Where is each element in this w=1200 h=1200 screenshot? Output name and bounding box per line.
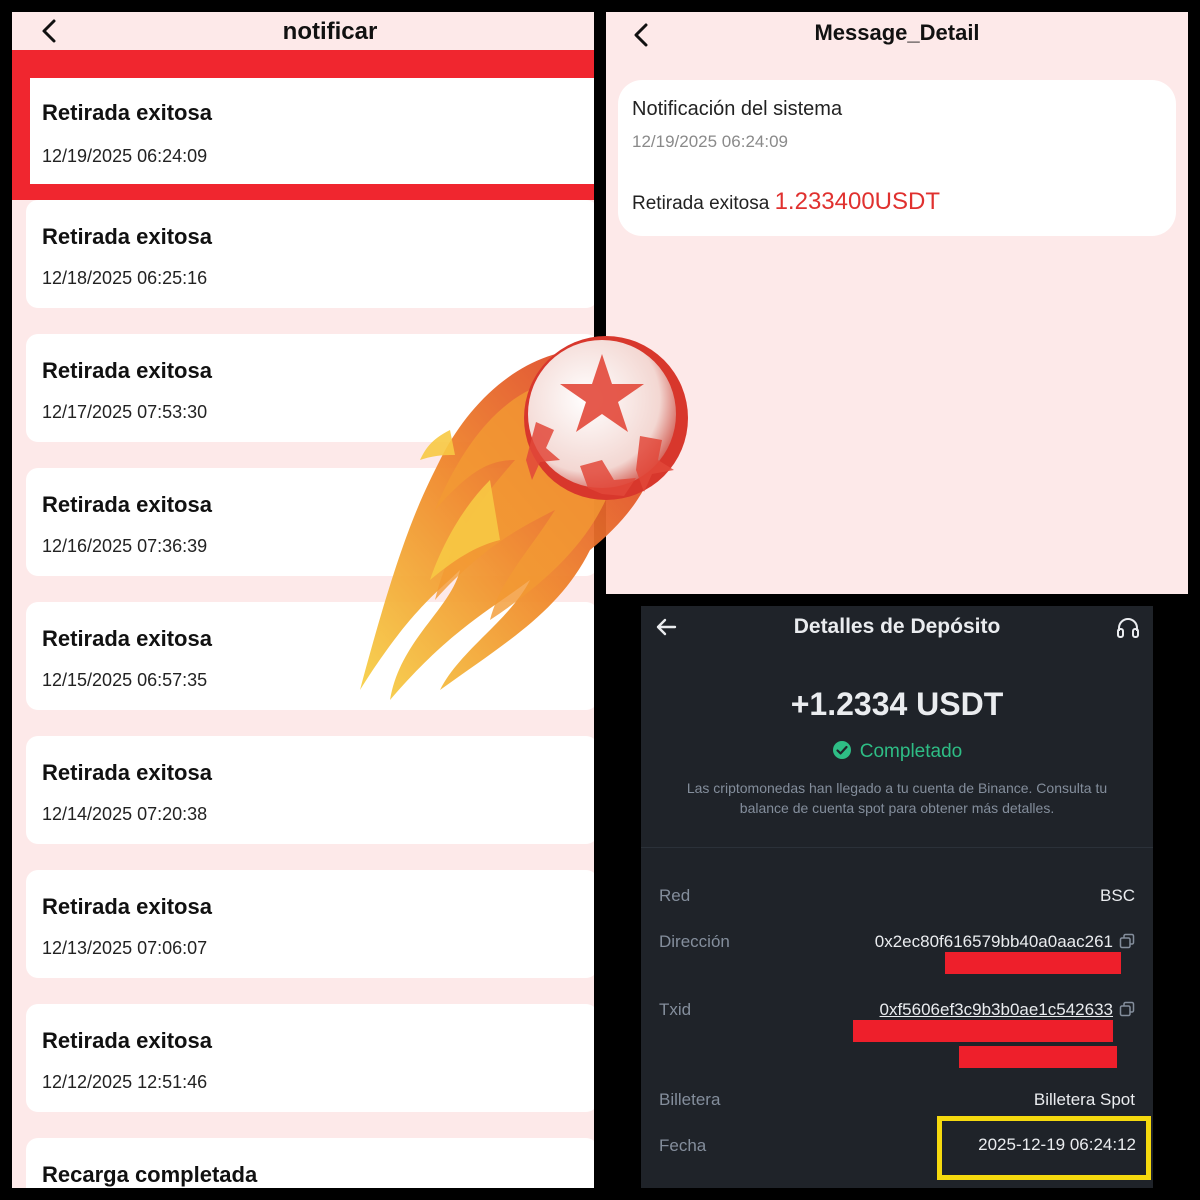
notification-title: Retirada exitosa [42,224,212,249]
notification-title: Retirada exitosa [42,760,212,785]
notifications-header: notificar [12,12,594,50]
date-label: Fecha [659,1136,707,1155]
notification-title: Retirada exitosa [42,492,212,517]
date-value: 2025-12-19 06:24:12 [978,1135,1136,1154]
message-card: Notificación del sistema 12/19/2025 06:2… [618,80,1176,236]
message-heading: Notificación del sistema [632,98,843,120]
message-body: Retirada exitosa 1.233400USDT [632,188,940,216]
status-text: Completado [859,741,963,762]
network-value: BSC [1100,886,1135,905]
redaction-bar [945,952,1121,974]
message-timestamp: 12/19/2025 06:24:09 [632,132,788,151]
notification-date: 12/15/2025 06:57:35 [42,670,208,690]
notification-item[interactable]: Retirada exitosa 12/14/2025 07:20:38 [26,736,594,844]
notification-date: 12/12/2025 12:51:46 [42,1072,208,1092]
notification-item[interactable]: Retirada exitosa 12/12/2025 12:51:46 [26,1004,594,1112]
redaction-bar [959,1046,1117,1068]
notification-title: Retirada exitosa [42,358,212,383]
notification-title: Retirada exitosa [42,100,212,125]
fireball-icon [360,336,688,700]
address-value-row: 0x2ec80f616579bb40a0aac261 [875,932,1135,952]
notification-date: 12/16/2025 07:36:39 [42,536,208,556]
copy-icon[interactable] [1119,933,1135,949]
notification-item[interactable]: Recarga completada [26,1138,594,1188]
notification-item[interactable]: Retirada exitosa 12/13/2025 07:06:07 [26,870,594,978]
page-title: Message_Detail [814,20,980,45]
headset-icon[interactable] [1115,615,1141,641]
redaction-bar [853,1020,1113,1042]
notification-date: 12/14/2025 07:20:38 [42,804,208,824]
notification-item[interactable]: Retirada exitosa 12/18/2025 06:25:16 [26,200,594,308]
txid-label: Txid [659,1000,692,1019]
deposit-info-text: Las criptomonedas han llegado a tu cuent… [686,780,1108,816]
wallet-label: Billetera [659,1090,721,1109]
address-label: Dirección [659,932,730,951]
copy-icon[interactable] [1119,1001,1135,1017]
notification-date: 12/13/2025 07:06:07 [42,938,208,958]
status-badge: Completado [641,740,1153,763]
check-circle-icon [832,741,851,759]
notification-card: Retirada exitosa 12/19/2025 06:24:09 [30,78,594,184]
deposit-amount: +1.2334 USDT [790,686,1004,722]
notification-date: 12/17/2025 07:53:30 [42,402,208,422]
page-title: Detalles de Depósito [793,615,1001,638]
txid-value-row[interactable]: 0xf5606ef3c9b3b0ae1c542633 [880,1000,1136,1020]
txid-value[interactable]: 0xf5606ef3c9b3b0ae1c542633 [880,1000,1114,1019]
highlight-band [12,50,594,62]
message-amount: 1.233400USDT [774,188,941,215]
highlight-box: 2025-12-19 06:24:12 [937,1116,1151,1180]
wallet-value: Billetera Spot [1033,1090,1135,1109]
notification-date: 12/18/2025 06:25:16 [42,268,208,288]
message-text: Retirada exitosa [632,193,770,214]
notification-title: Recarga completada [42,1162,258,1187]
network-label: Red [659,886,691,905]
address-value[interactable]: 0x2ec80f616579bb40a0aac261 [875,932,1113,951]
notification-title: Retirada exitosa [42,1028,212,1053]
notification-item-selected[interactable]: Retirada exitosa 12/19/2025 06:24:09 [12,62,594,200]
deposit-details-panel: Detalles de Depósito +1.2334 USDT Comple… [641,606,1153,1188]
notification-date: 12/19/2025 06:24:09 [42,146,208,166]
page-title: notificar [282,18,378,45]
divider [641,847,1153,848]
notification-title: Retirada exitosa [42,894,212,919]
notification-title: Retirada exitosa [42,626,212,651]
